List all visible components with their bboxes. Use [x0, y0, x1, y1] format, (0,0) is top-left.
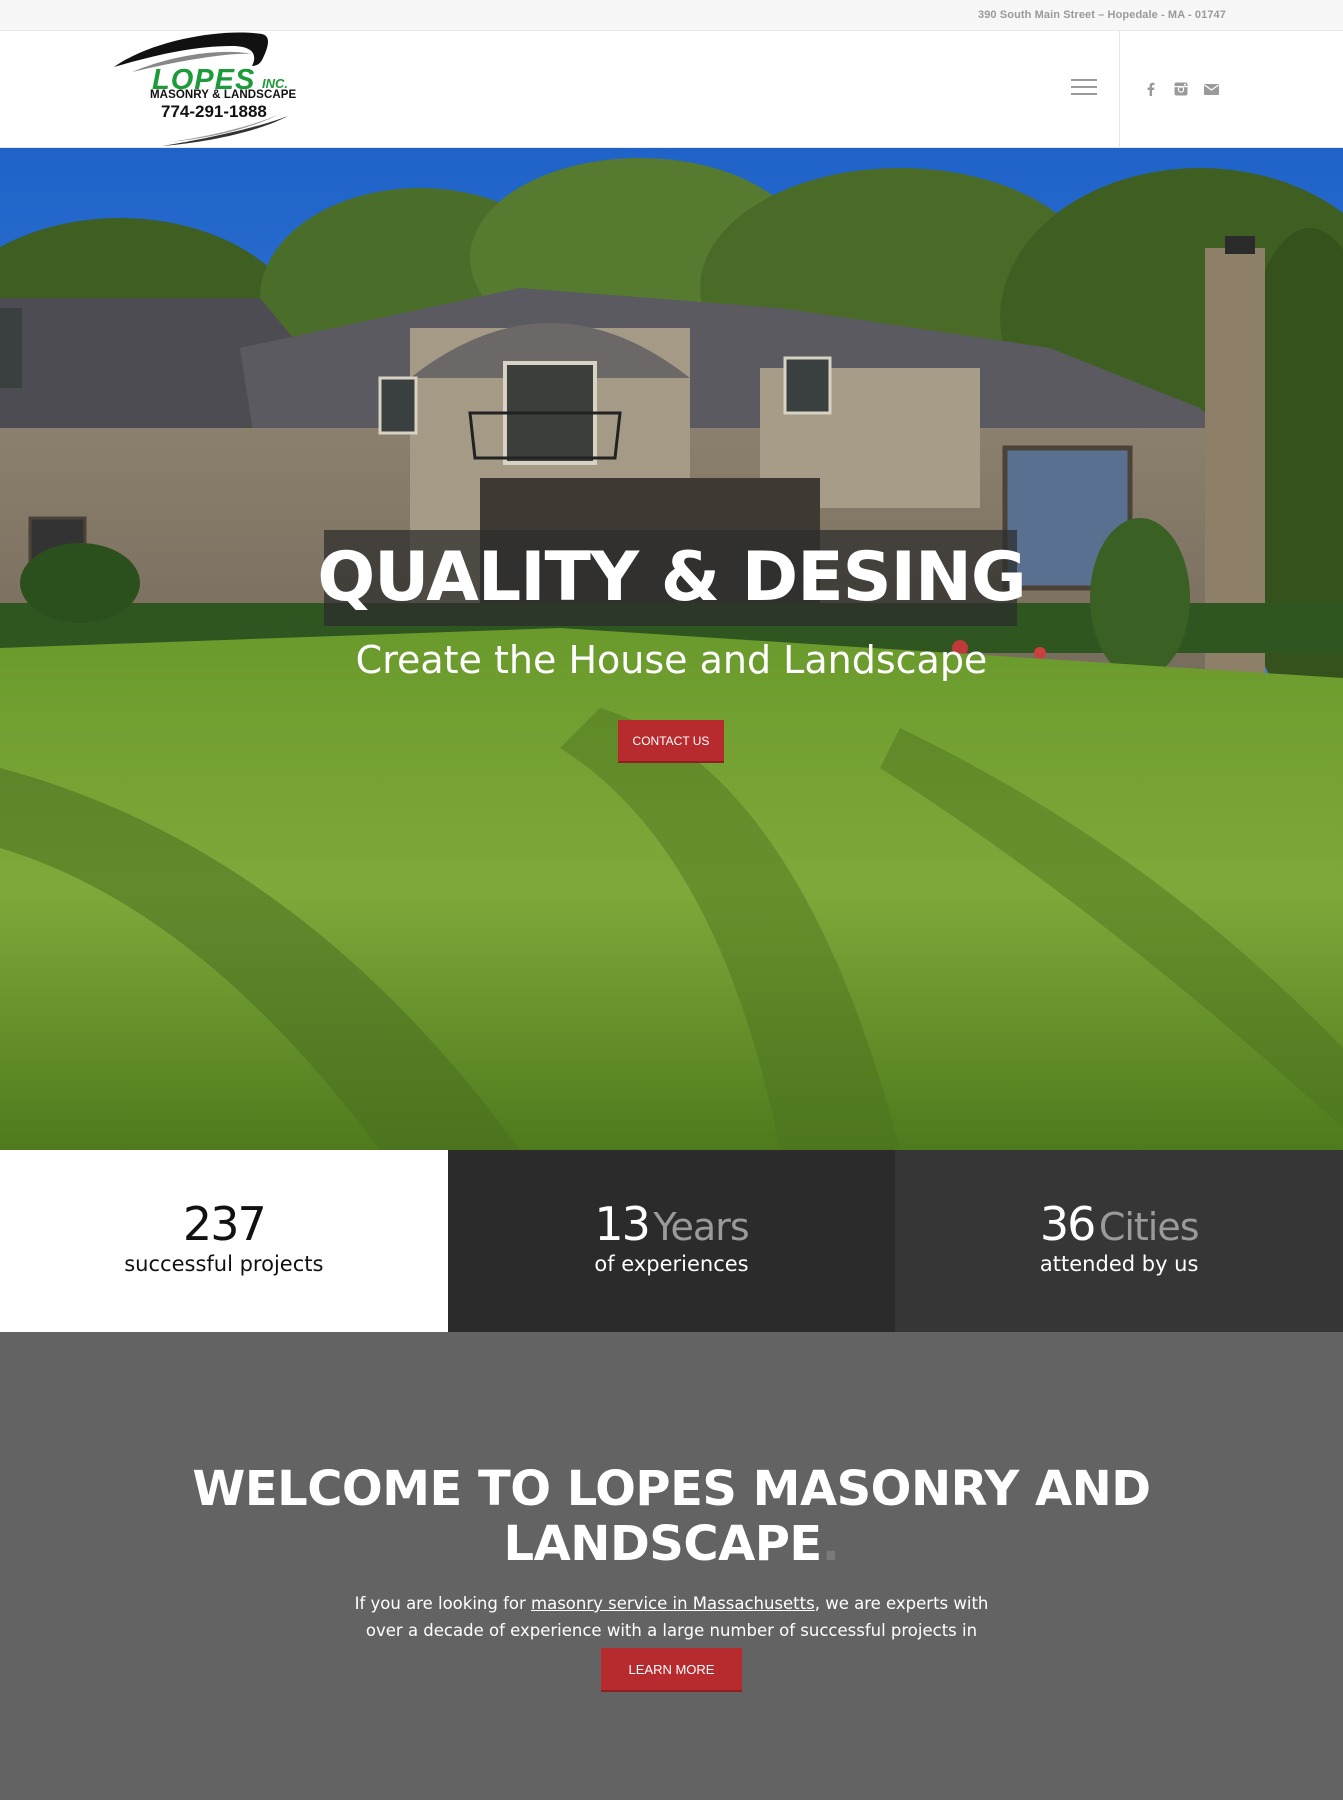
hero-subtitle: Create the House and Landscape — [355, 638, 988, 682]
contact-us-button[interactable]: CONTACT US — [618, 720, 724, 763]
stat-value-row: 237 — [0, 1198, 448, 1250]
stat-number: 13 — [594, 1197, 651, 1251]
welcome-section: WELCOME TO LOPES MASONRY AND LANDSCAPE. … — [0, 1332, 1343, 1800]
learn-more-button[interactable]: LEARN MORE — [601, 1648, 742, 1692]
stat-projects: 237 successful projects — [0, 1150, 448, 1332]
stat-unit: Years — [653, 1205, 749, 1249]
facebook-icon[interactable] — [1141, 79, 1161, 99]
stat-number: 237 — [182, 1197, 267, 1251]
stat-unit: Cities — [1098, 1205, 1200, 1249]
logo-phone: 774-291-1888 — [161, 102, 267, 121]
stat-label: successful projects — [124, 1252, 324, 1276]
hamburger-menu-icon[interactable] — [1071, 79, 1097, 97]
welcome-text-before: If you are looking for — [354, 1594, 532, 1613]
welcome-heading-dot: . — [821, 1516, 840, 1572]
site-header: LOPES INC. MASONRY & LANDSCAPE 774-291-1… — [0, 31, 1343, 148]
instagram-icon[interactable] — [1171, 79, 1191, 99]
stat-years: 13 Years of experiences — [447, 1150, 896, 1332]
hero-section: QUALITY & DESING Create the House and La… — [0, 148, 1343, 1150]
logo[interactable]: LOPES INC. MASONRY & LANDSCAPE 774-291-1… — [112, 30, 307, 148]
address-text: 390 South Main Street – Hopedale - MA - … — [978, 9, 1226, 21]
hero-title: QUALITY & DESING — [317, 538, 1026, 617]
top-bar: 390 South Main Street – Hopedale - MA - … — [0, 0, 1343, 31]
header-divider — [1119, 31, 1120, 148]
mail-icon[interactable] — [1201, 79, 1221, 99]
logo-tagline: MASONRY & LANDSCAPE — [150, 89, 297, 101]
welcome-heading: WELCOME TO LOPES MASONRY AND LANDSCAPE. — [180, 1462, 1163, 1572]
stat-label: of experiences — [594, 1252, 749, 1276]
stat-label: attended by us — [1039, 1252, 1199, 1276]
stat-number: 36 — [1039, 1197, 1097, 1251]
masonry-service-link[interactable]: masonry service in Massachusetts — [531, 1594, 815, 1613]
stat-value-row: 13 Years — [448, 1198, 896, 1250]
stat-value-row: 36 Cities — [895, 1198, 1343, 1250]
stat-cities: 36 Cities attended by us — [895, 1150, 1343, 1332]
welcome-heading-text: WELCOME TO LOPES MASONRY AND LANDSCAPE — [192, 1461, 1151, 1572]
stats-section: 237 successful projects 13 Years of expe… — [0, 1150, 1343, 1332]
